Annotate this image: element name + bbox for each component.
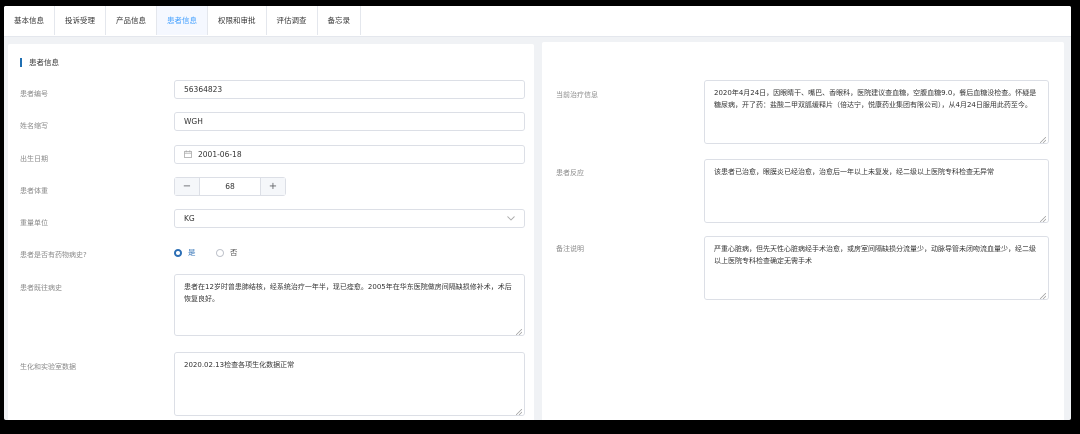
radio-unchecked-icon <box>216 248 224 257</box>
remark-label: 备注说明 <box>556 245 584 253</box>
treatment-label: 当前治疗信息 <box>556 91 598 99</box>
resize-handle-icon[interactable] <box>1039 291 1047 300</box>
allergy-yes-radio[interactable]: 是 <box>174 247 196 258</box>
tab-memo[interactable]: 备忘录 <box>318 6 361 35</box>
resize-handle-icon[interactable] <box>1039 214 1047 223</box>
lab-textarea[interactable]: 2020.02.13检查各项生化数据正常 <box>174 352 525 416</box>
weight-label: 患者体重 <box>20 187 48 195</box>
resize-handle-icon[interactable] <box>1039 135 1047 144</box>
allergy-no-radio[interactable]: 否 <box>216 247 238 258</box>
radio-checked-icon <box>174 248 182 257</box>
chevron-down-icon <box>507 214 515 223</box>
tab-permission[interactable]: 权限和审批 <box>208 6 267 35</box>
reaction-value: 该患者已治愈，眼膜炎已经治愈，治愈后一年以上未复发，经二级以上医院专科检查无异常 <box>714 168 994 176</box>
weight-stepper[interactable]: − 68 + <box>174 177 286 196</box>
patient-form-panel: 患者信息 患者编号 56364823 姓名缩写 WGH 出生日期 2001-06… <box>8 44 534 420</box>
allergy-label: 患者是否有药物病史? <box>20 251 87 259</box>
history-value: 患者在12岁时曾患肺结核，经系统治疗一年半，现已痊愈。2005年在华东医院做房间… <box>184 283 512 303</box>
reaction-label: 患者反应 <box>556 169 584 177</box>
weight-unit-select[interactable]: KG <box>174 209 525 228</box>
birth-date-value: 2001-06-18 <box>198 150 242 159</box>
tab-assessment[interactable]: 评估调查 <box>267 6 318 35</box>
name-abbr-input[interactable]: WGH <box>174 112 525 131</box>
history-textarea[interactable]: 患者在12岁时曾患肺结核，经系统治疗一年半，现已痊愈。2005年在华东医院做房间… <box>174 274 525 336</box>
weight-value[interactable]: 68 <box>200 178 260 195</box>
name-abbr-label: 姓名缩写 <box>20 122 48 130</box>
weight-decrement-button[interactable]: − <box>175 178 200 195</box>
weight-increment-button[interactable]: + <box>260 178 285 195</box>
allergy-no-label: 否 <box>230 248 238 257</box>
tab-patient-info[interactable]: 患者信息 <box>157 6 208 35</box>
app-screen: 基本信息 投诉受理 产品信息 患者信息 权限和审批 评估调查 备忘录 患者信息 … <box>4 6 1071 420</box>
remark-value: 严重心脏病，但先天性心脏病经手术治愈，或房室间隔缺损分流量少，动脉导管未闭吻流血… <box>714 245 1036 265</box>
lab-label: 生化和实验室数据 <box>20 363 76 371</box>
birth-date-label: 出生日期 <box>20 155 48 163</box>
remark-textarea[interactable]: 严重心脏病，但先天性心脏病经手术治愈，或房室间隔缺损分流量少，动脉导管未闭吻流血… <box>704 236 1049 300</box>
patient-id-input[interactable]: 56364823 <box>174 80 525 99</box>
reaction-textarea[interactable]: 该患者已治愈，眼膜炎已经治愈，治愈后一年以上未复发，经二级以上医院专科检查无异常 <box>704 159 1049 223</box>
history-label: 患者既往病史 <box>20 284 62 292</box>
treatment-panel: 当前治疗信息 2020年4月24日，因眼睛干、嘴巴、香眼科，医院建议查血糖，空腹… <box>542 42 1064 420</box>
birth-date-picker[interactable]: 2001-06-18 <box>174 145 525 164</box>
allergy-yes-label: 是 <box>188 248 196 257</box>
tab-complaint[interactable]: 投诉受理 <box>55 6 106 35</box>
tab-product-info[interactable]: 产品信息 <box>106 6 157 35</box>
lab-value: 2020.02.13检查各项生化数据正常 <box>184 361 295 369</box>
tab-basic-info[interactable]: 基本信息 <box>4 6 55 35</box>
patient-id-label: 患者编号 <box>20 90 48 98</box>
treatment-textarea[interactable]: 2020年4月24日，因眼睛干、嘴巴、香眼科，医院建议查血糖，空腹血糖9.0，餐… <box>704 80 1049 144</box>
tab-bar: 基本信息 投诉受理 产品信息 患者信息 权限和审批 评估调查 备忘录 <box>4 6 1071 37</box>
section-title: 患者信息 <box>20 58 59 67</box>
resize-handle-icon[interactable] <box>515 407 523 416</box>
treatment-value: 2020年4月24日，因眼睛干、嘴巴、香眼科，医院建议查血糖，空腹血糖9.0，餐… <box>714 89 1037 109</box>
weight-unit-label: 重量单位 <box>20 219 48 227</box>
resize-handle-icon[interactable] <box>515 327 523 336</box>
weight-unit-value: KG <box>184 214 195 223</box>
name-abbr-value: WGH <box>184 117 203 126</box>
patient-id-value: 56364823 <box>184 85 223 94</box>
calendar-icon <box>184 149 192 160</box>
